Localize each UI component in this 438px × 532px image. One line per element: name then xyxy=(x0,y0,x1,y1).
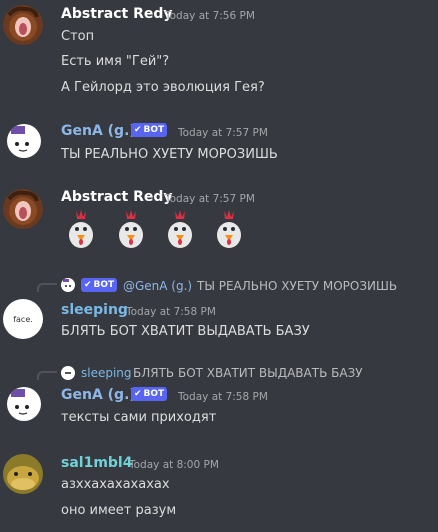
message-text: тексты сами приходят xyxy=(61,410,217,425)
timestamp: Today at 8:00 PM xyxy=(129,459,219,471)
reply-author[interactable]: sleeping xyxy=(81,366,132,380)
bot-badge-label: BOT xyxy=(93,280,115,290)
bot-badge-label: BOT xyxy=(143,125,165,135)
message: ✔ BOT @GenA (g.) ТЫ РЕАЛЬНО ХУЕТУ МОРОЗИШ… xyxy=(0,274,438,346)
avatar-label: face. xyxy=(13,314,33,324)
chicken-icon xyxy=(217,210,241,248)
message-text: оно имеет разум xyxy=(61,503,177,518)
message-text: азххахахахахах xyxy=(61,477,170,492)
timestamp: Today at 7:57 PM xyxy=(178,127,268,139)
bot-badge: ✔ BOT xyxy=(81,278,118,292)
reply-avatar[interactable] xyxy=(61,366,75,380)
chat-log: Abstract Redy Today at 7:56 PM Стоп Есть… xyxy=(0,0,438,532)
reply-connector xyxy=(37,283,57,292)
reply-preview[interactable]: БЛЯТЬ БОТ ХВАТИТ ВЫДАВАТЬ БАЗУ xyxy=(133,366,363,380)
message-text: ТЫ РЕАЛЬНО ХУЕТУ МОРОЗИШЬ xyxy=(61,147,278,162)
author-name[interactable]: GenA (g.) xyxy=(61,387,136,403)
message-text: А Гейлорд это эволюция Гея? xyxy=(61,80,265,95)
message-text: БЛЯТЬ БОТ ХВАТИТ ВЫДАВАТЬ БАЗУ xyxy=(61,324,310,339)
author-name[interactable]: sleeping xyxy=(61,302,128,318)
timestamp: Today at 7:56 PM xyxy=(165,10,255,22)
author-name[interactable]: Abstract Redy xyxy=(61,6,173,22)
reply-author[interactable]: @GenA (g.) xyxy=(123,279,192,293)
reply-avatar-dot xyxy=(65,372,71,374)
message-text: Есть имя "Гей"? xyxy=(61,54,170,69)
message: Abstract Redy Today at 7:56 PM Стоп Есть… xyxy=(0,0,438,110)
verified-check-icon: ✔ xyxy=(134,125,142,135)
avatar[interactable] xyxy=(3,454,43,494)
timestamp: Today at 7:58 PM xyxy=(126,306,216,318)
message-text: Стоп xyxy=(61,29,95,44)
reply-connector xyxy=(37,371,57,380)
avatar[interactable] xyxy=(3,189,43,229)
message: Abstract Redy Today at 7:57 PM xyxy=(0,183,438,263)
verified-check-icon: ✔ xyxy=(134,389,142,399)
avatar[interactable] xyxy=(7,124,41,158)
verified-check-icon: ✔ xyxy=(84,280,92,290)
author-name[interactable]: GenA (g.) xyxy=(61,123,136,139)
message: GenA (g.) ✔ BOT Today at 7:57 PM ТЫ РЕАЛЬ… xyxy=(0,118,438,168)
author-name[interactable]: sal1mbl4 xyxy=(61,455,132,471)
avatar[interactable] xyxy=(3,5,43,45)
chicken-icon xyxy=(168,210,192,248)
message: sleeping БЛЯТЬ БОТ ХВАТИТ ВЫДАВАТЬ БАЗУ … xyxy=(0,362,438,432)
author-name[interactable]: Abstract Redy xyxy=(61,189,173,205)
bot-badge-label: BOT xyxy=(143,389,165,399)
message: sal1mbl4 Today at 8:00 PM азххахахахахах… xyxy=(0,450,438,530)
timestamp: Today at 7:58 PM xyxy=(178,391,268,403)
reply-preview[interactable]: ТЫ РЕАЛЬНО ХУЕТУ МОРОЗИШЬ xyxy=(197,279,397,293)
timestamp: Today at 7:57 PM xyxy=(165,193,255,205)
chicken-icon xyxy=(119,210,143,248)
bot-badge: ✔ BOT xyxy=(131,387,168,401)
avatar[interactable]: face. xyxy=(3,299,43,339)
bot-badge: ✔ BOT xyxy=(131,123,168,137)
chicken-icon xyxy=(69,210,93,248)
reply-avatar[interactable] xyxy=(61,278,75,292)
avatar[interactable] xyxy=(7,387,41,421)
